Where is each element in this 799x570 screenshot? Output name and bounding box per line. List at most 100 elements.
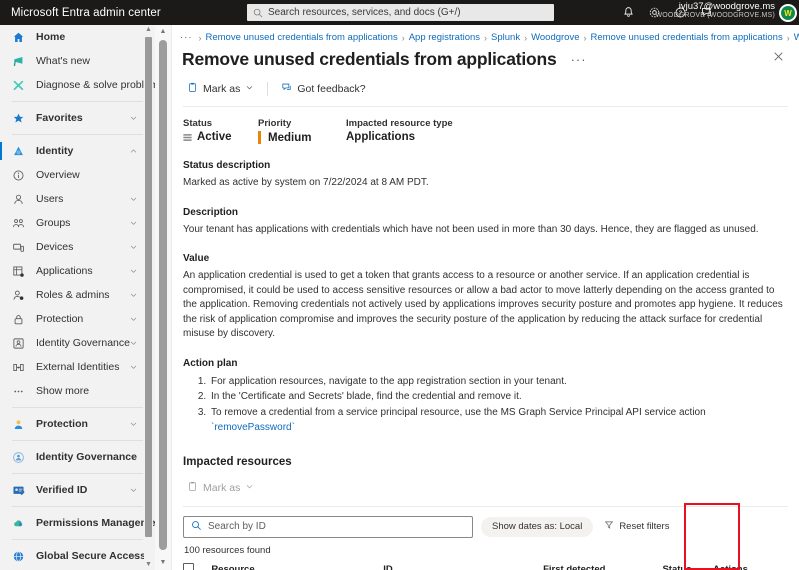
sidebar-item-what-s-new[interactable]: What's new xyxy=(0,49,155,73)
sidebar-divider xyxy=(12,440,143,441)
column-header-id[interactable]: ID xyxy=(383,555,544,570)
avatar[interactable]: W xyxy=(779,4,797,22)
close-icon[interactable] xyxy=(769,47,787,65)
chevron-down-icon[interactable] xyxy=(129,315,138,324)
breadcrumb-link[interactable]: Remove unused credentials from applicati… xyxy=(591,32,783,43)
column-header-first-detected[interactable]: First detected xyxy=(543,555,663,570)
search-placeholder: Search by ID xyxy=(208,521,266,532)
chevron-down-icon[interactable] xyxy=(129,363,138,372)
sidebar-item-diagnose-solve-problems[interactable]: Diagnose & solve problems xyxy=(0,73,155,97)
breadcrumb-link[interactable]: Remove unused credentials from applicati… xyxy=(206,32,398,43)
chevron-up-icon[interactable] xyxy=(129,147,138,156)
sidebar-item-applications[interactable]: Applications xyxy=(0,259,155,283)
action-plan-step: For application resources, navigate to t… xyxy=(209,374,788,390)
sidebar-item-overview[interactable]: Overview xyxy=(0,163,155,187)
chevron-down-icon[interactable] xyxy=(129,291,138,300)
sidebar-scrollbar[interactable]: ▲ ▼ xyxy=(144,25,153,570)
sidebar-item-identity-governance[interactable]: Identity Governance xyxy=(0,331,155,355)
metric-value-text: Active xyxy=(197,131,232,143)
external-identities-icon xyxy=(12,361,28,374)
sidebar-item-users[interactable]: Users xyxy=(0,187,155,211)
breadcrumb-link[interactable]: Woodgrove xyxy=(794,32,799,43)
got-feedback-label: Got feedback? xyxy=(297,83,366,95)
roles-icon xyxy=(12,289,28,302)
resource-count: 100 resources found xyxy=(184,544,271,556)
sidebar-item-show-more[interactable]: Show more xyxy=(0,379,155,403)
sidebar-item-favorites[interactable]: Favorites xyxy=(0,106,155,130)
impacted-mark-as-button[interactable]: Mark as xyxy=(183,479,258,497)
metric-label: Status xyxy=(183,118,213,129)
remove-password-code-token: `removePassword` xyxy=(211,422,295,433)
metric-status: Status Active xyxy=(183,118,258,144)
sidebar-divider xyxy=(12,407,143,408)
breadcrumb-link[interactable]: Splunk xyxy=(491,32,520,43)
global-search-input[interactable]: Search resources, services, and docs (G+… xyxy=(247,4,554,21)
chevron-down-icon[interactable] xyxy=(129,219,138,228)
sidebar-item-external-identities[interactable]: External Identities xyxy=(0,355,155,379)
column-header-status[interactable]: Status xyxy=(662,555,714,570)
sidebar-item-label: Diagnose & solve problems xyxy=(36,79,155,91)
breadcrumb: ··· › Remove unused credentials from appli… xyxy=(172,25,799,43)
command-bar: Mark as Got feedback? xyxy=(172,70,799,98)
sidebar-item-label: Permissions Management xyxy=(36,517,155,529)
page-more-actions-icon[interactable]: ··· xyxy=(571,52,587,67)
chevron-down-icon[interactable] xyxy=(129,243,138,252)
search-input[interactable]: Search by ID xyxy=(183,515,473,538)
nav-list: Home What's new Diagnose & solve problems F… xyxy=(0,25,155,568)
sidebar-item-label: Show more xyxy=(36,385,90,397)
chevron-down-icon[interactable] xyxy=(129,453,138,462)
main-scroll-down-arrow-icon[interactable]: ▼ xyxy=(158,557,168,569)
sidebar-item-identity[interactable]: Identity xyxy=(0,139,155,163)
scroll-down-arrow-icon[interactable]: ▼ xyxy=(145,560,152,570)
action-plan-step-text: In the 'Certificate and Secrets' blade, … xyxy=(211,391,522,402)
chevron-down-icon[interactable] xyxy=(129,420,138,429)
home-icon xyxy=(12,31,28,44)
sidebar-item-permissions-management[interactable]: Permissions Management xyxy=(0,511,155,535)
column-header-actions[interactable]: Actions xyxy=(713,555,794,570)
chevron-down-icon[interactable] xyxy=(129,486,138,495)
sidebar-item-groups[interactable]: Groups xyxy=(0,211,155,235)
sidebar-item-label: Favorites xyxy=(36,112,83,124)
sidebar-scrollbar-thumb[interactable] xyxy=(145,37,152,537)
star-icon xyxy=(12,112,28,125)
main-content-scrollbar[interactable]: ▲ ▼ xyxy=(155,25,172,570)
chevron-down-icon[interactable] xyxy=(129,195,138,204)
sidebar-item-protection[interactable]: Protection xyxy=(0,307,155,331)
breadcrumb-overflow-icon[interactable]: ··· xyxy=(180,32,193,43)
user-account-info[interactable]: ivju37@woodgrove.ms WOODGROVE (WOODGROVE… xyxy=(655,1,775,20)
sidebar-item-devices[interactable]: Devices xyxy=(0,235,155,259)
sidebar-item-roles-admins[interactable]: Roles & admins xyxy=(0,283,155,307)
status-description-section: Status description Marked as active by s… xyxy=(172,160,799,191)
sidebar-item-label: Applications xyxy=(36,265,93,277)
metric-value: Active xyxy=(183,131,258,143)
scroll-up-arrow-icon[interactable]: ▲ xyxy=(145,25,152,35)
breadcrumb-link[interactable]: Woodgrove xyxy=(531,32,579,43)
got-feedback-button[interactable]: Got feedback? xyxy=(277,80,369,98)
sidebar-item-verified-id[interactable]: Verified ID xyxy=(0,478,155,502)
impacted-command-bar: Mark as xyxy=(172,468,799,497)
chevron-down-icon[interactable] xyxy=(129,114,138,123)
reset-filters-button[interactable]: Reset filters xyxy=(604,520,669,533)
column-header-resource[interactable]: Resource xyxy=(211,555,384,570)
select-all-checkbox[interactable] xyxy=(183,562,194,570)
entra-admin-center-page: Microsoft Entra admin center Search reso… xyxy=(0,0,799,570)
chevron-down-icon[interactable] xyxy=(129,339,138,348)
diagnose-icon xyxy=(12,79,28,92)
sidebar-item-identity-governance[interactable]: Identity Governance xyxy=(0,445,155,469)
sidebar-divider xyxy=(12,473,143,474)
chevron-down-icon[interactable] xyxy=(129,267,138,276)
show-dates-as-button[interactable]: Show dates as: Local xyxy=(481,516,594,537)
impacted-filter-row: Search by ID Show dates as: Local Reset … xyxy=(172,507,799,538)
sidebar-item-global-secure-access[interactable]: Global Secure Access xyxy=(0,544,155,568)
main-scroll-up-arrow-icon[interactable]: ▲ xyxy=(158,26,168,38)
page-title-row: Remove unused credentials from applicati… xyxy=(172,43,799,70)
mark-as-button[interactable]: Mark as xyxy=(183,80,258,98)
breadcrumb-link[interactable]: App registrations xyxy=(409,32,480,43)
notifications-bell-icon[interactable] xyxy=(622,6,635,19)
protection-shield-icon xyxy=(12,418,28,431)
sidebar-item-home[interactable]: Home xyxy=(0,25,155,49)
main-scrollbar-thumb[interactable] xyxy=(159,40,167,550)
sidebar-item-protection[interactable]: Protection xyxy=(0,412,155,436)
sidebar-item-label: Protection xyxy=(36,418,88,430)
chevron-down-icon[interactable] xyxy=(129,552,138,561)
